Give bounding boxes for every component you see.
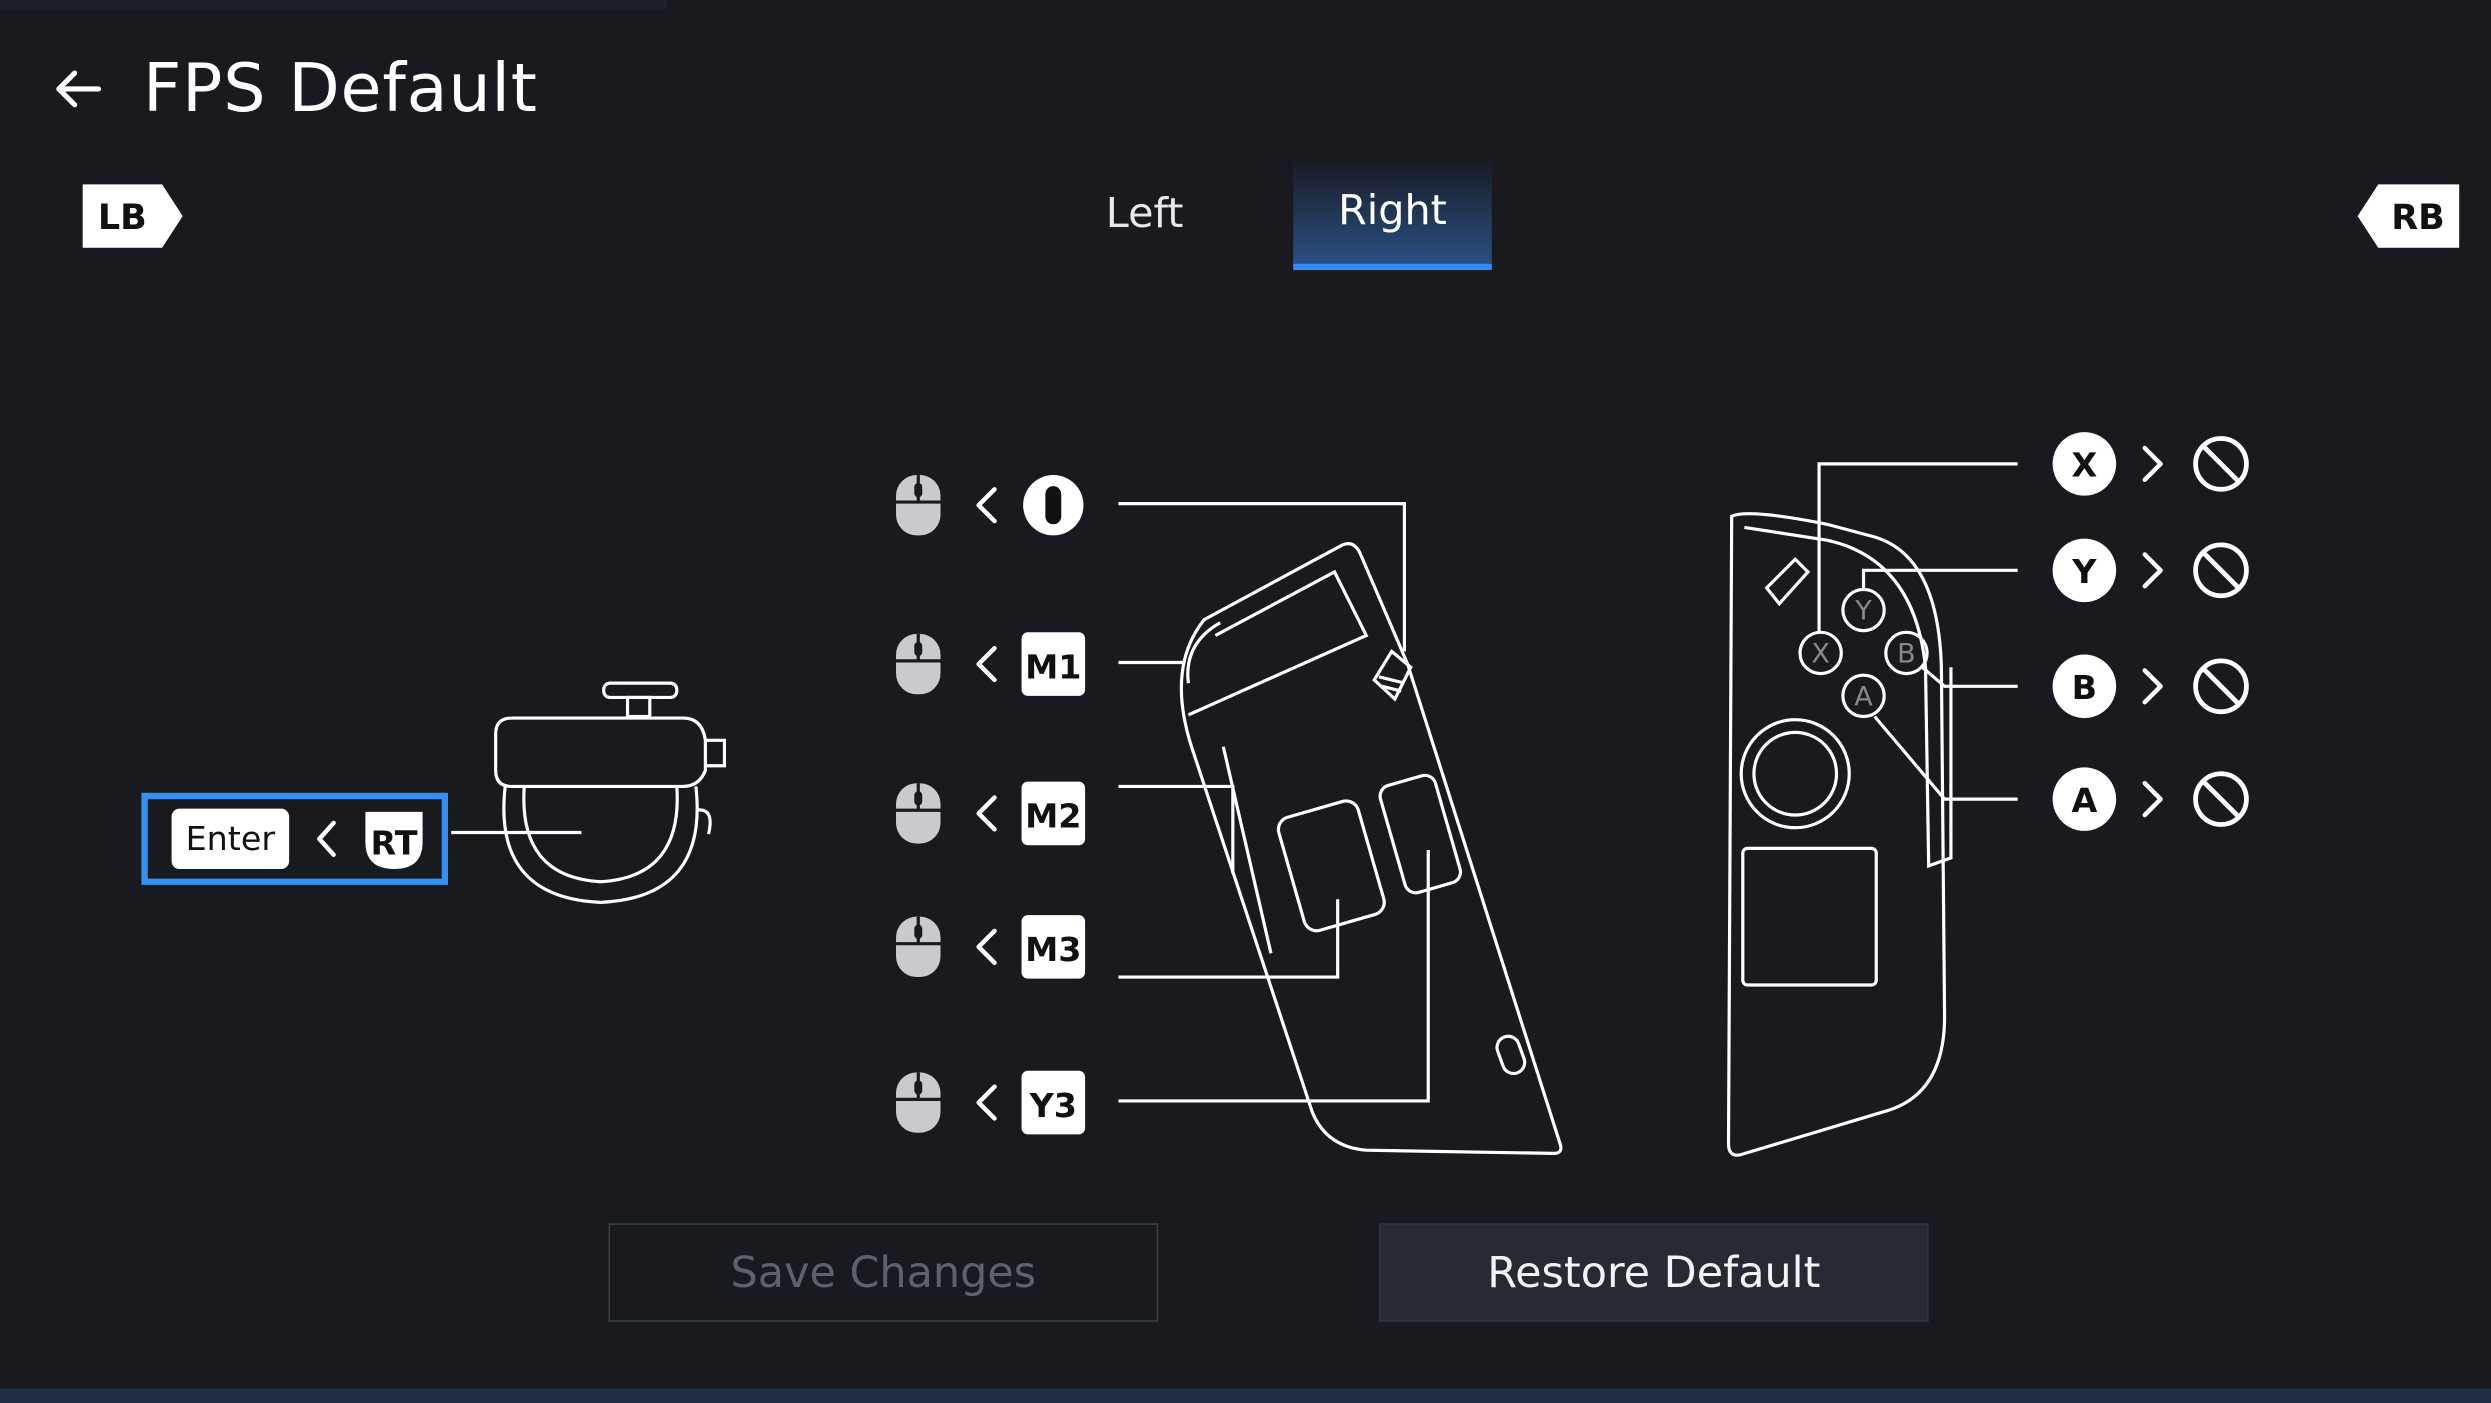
mouse-icon (894, 1070, 943, 1135)
face-row-a[interactable]: A (2052, 767, 2247, 831)
y-button-label: Y (2071, 552, 2097, 591)
controller-diagram: M1 M2 M3 Y3 Y X B A X Y B A (451, 432, 2491, 1157)
trigger-illustration (494, 681, 727, 904)
y3-label: Y3 (1029, 1086, 1077, 1125)
m2-label: M2 (1025, 797, 1081, 836)
disabled-icon (2196, 545, 2247, 596)
restore-default-button[interactable]: Restore Default (1378, 1223, 1929, 1322)
bottom-bar (0, 1388, 2491, 1403)
side-row-3[interactable]: M2 (894, 781, 1086, 846)
disabled-icon (2196, 774, 2247, 825)
face-row-x[interactable]: X (2052, 432, 2247, 496)
front-controller-illustration (1726, 512, 1953, 1157)
enter-key: Enter (171, 808, 290, 870)
rt-label: RT (371, 824, 418, 863)
mouse-middle-icon (894, 473, 943, 537)
m1-label: M1 (1025, 647, 1081, 686)
side-controller-illustration (1179, 542, 1563, 1155)
face-x-letter: X (1811, 638, 1830, 669)
mouse-middle-icon (894, 915, 943, 979)
a-button-label: A (2071, 781, 2097, 820)
face-row-b[interactable]: B (2052, 654, 2247, 719)
face-a-letter: A (1854, 681, 1873, 712)
mouse-left-icon (894, 632, 943, 696)
b-button-label: B (2072, 668, 2097, 707)
disabled-icon (2196, 438, 2247, 489)
mouse-right-icon (894, 781, 943, 846)
face-b-letter: B (1897, 638, 1916, 669)
side-row-2[interactable]: M1 (894, 632, 1086, 696)
save-changes-button[interactable]: Save Changes (608, 1223, 1159, 1322)
face-y-letter: Y (1854, 596, 1872, 627)
x-button-label: X (2072, 446, 2098, 485)
rt-badge: RT (365, 811, 423, 870)
chevron-left-icon (317, 820, 336, 857)
side-row-5[interactable]: Y3 (894, 1070, 1086, 1135)
face-row-y[interactable]: Y (2052, 538, 2247, 603)
scroll-wheel-icon (1045, 486, 1062, 525)
disabled-icon (2196, 661, 2247, 712)
side-row-4[interactable]: M3 (894, 915, 1086, 979)
m3-label: M3 (1025, 930, 1081, 969)
side-row-1[interactable] (894, 473, 1084, 537)
rt-mapping-row[interactable]: Enter RT (141, 792, 449, 885)
